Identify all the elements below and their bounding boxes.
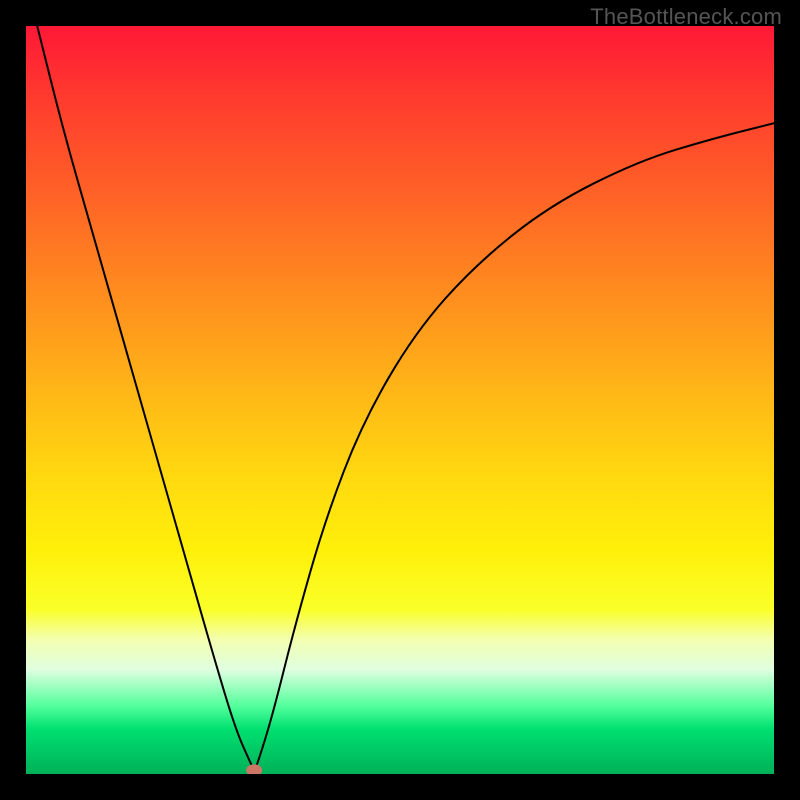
chart-svg [26,26,774,774]
chart-plot-area [26,26,774,774]
watermark-text: TheBottleneck.com [590,4,782,30]
optimum-marker [246,764,262,774]
bottleneck-curve [37,26,774,768]
